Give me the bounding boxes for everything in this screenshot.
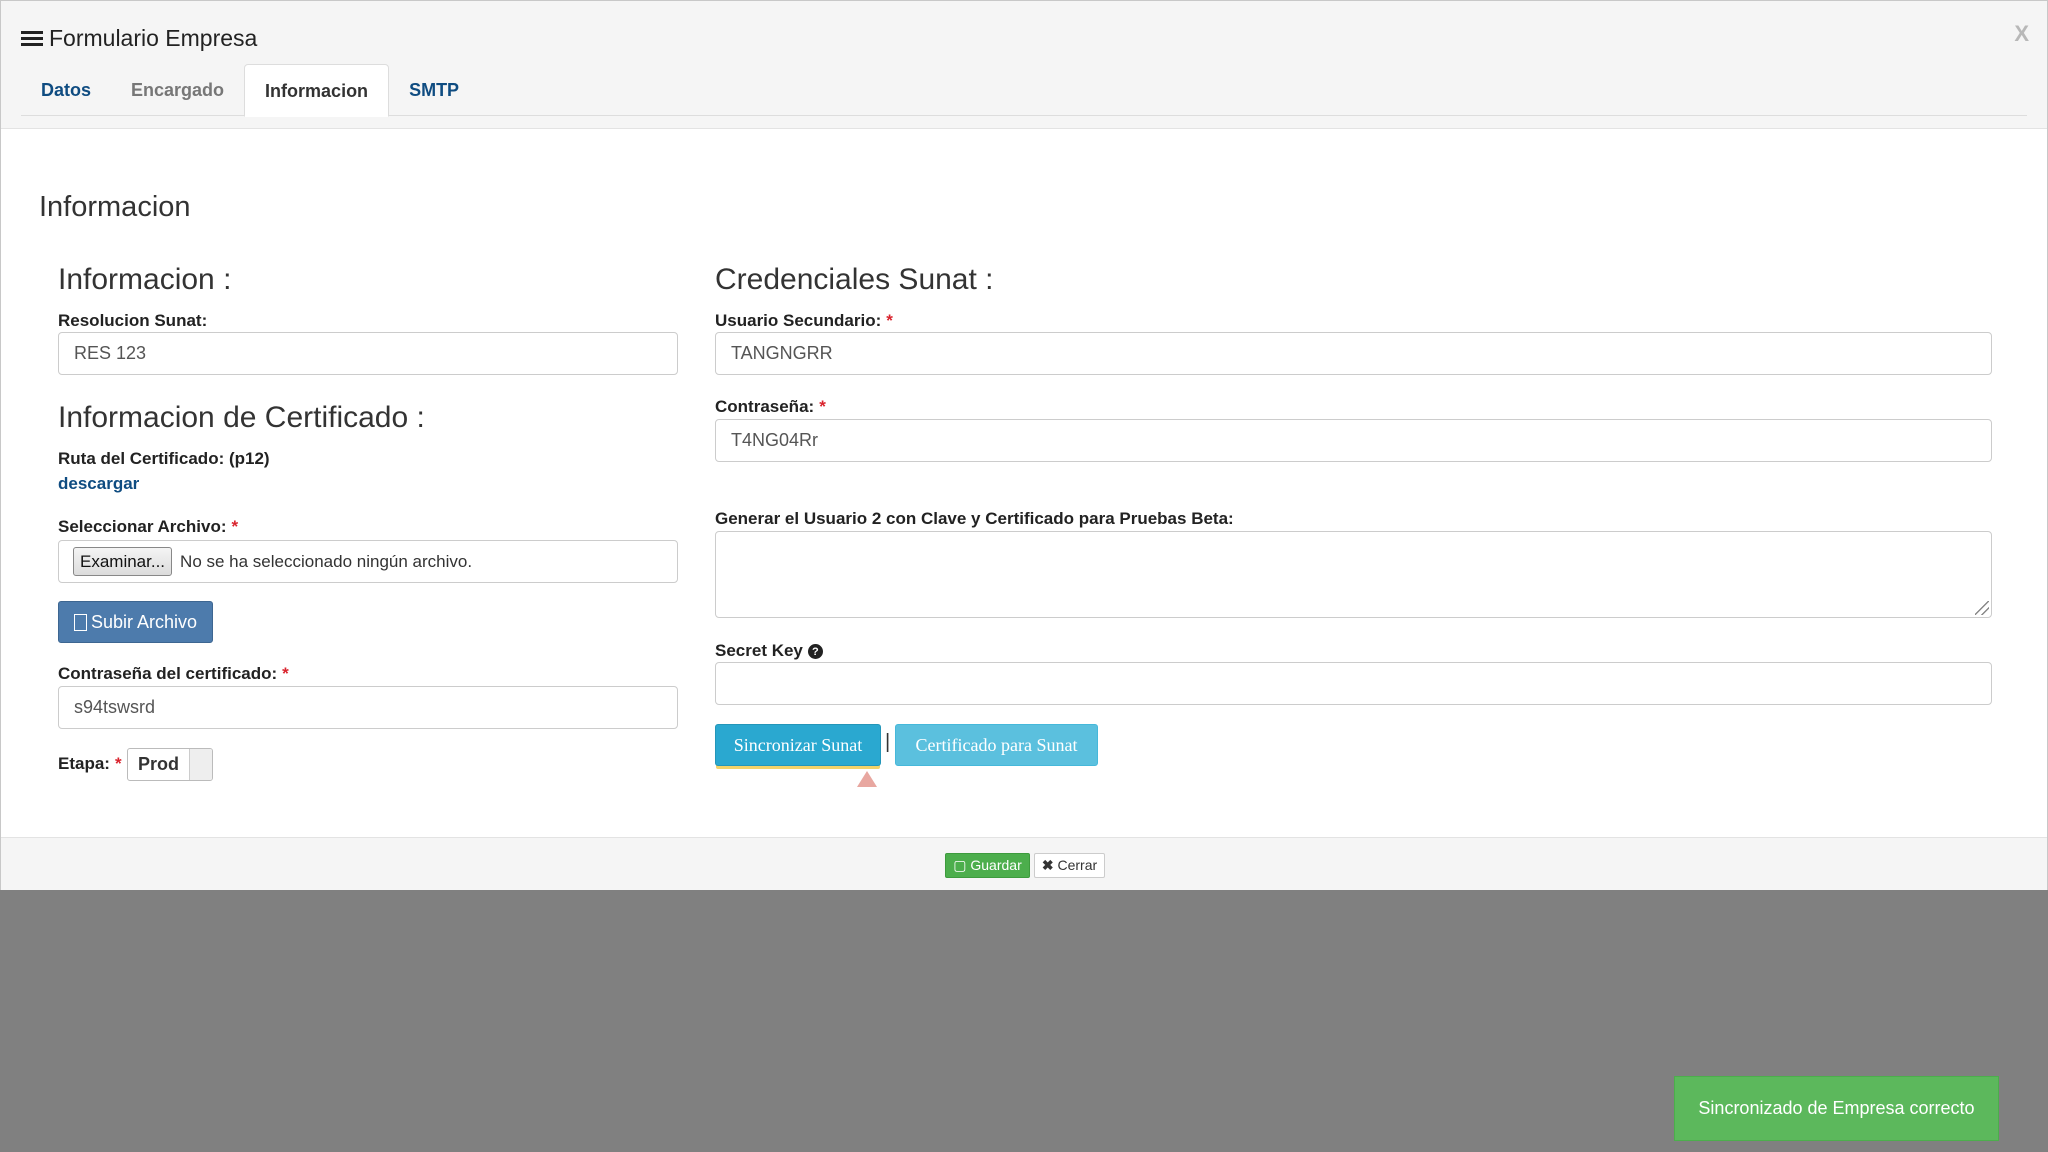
etapa-toggle[interactable]: Prod [127, 748, 213, 781]
credentials-heading: Credenciales Sunat : [715, 263, 994, 296]
toggle-handle [189, 749, 212, 780]
cancel-button-label: Cerrar [1057, 857, 1098, 873]
password-input[interactable]: T4NG04Rr [715, 419, 1992, 462]
beta-textarea[interactable] [715, 531, 1992, 618]
resolucion-label: Resolucion Sunat: [58, 311, 208, 330]
button-separator: | [885, 731, 891, 753]
upload-file-label: Subir Archivo [90, 611, 198, 632]
file-label: Seleccionar Archivo: * [58, 517, 238, 537]
cert-password-label: Contraseña del certificado: * [58, 664, 289, 684]
times-icon: ✖ [1041, 857, 1054, 873]
certificate-sunat-button[interactable]: Certificado para Sunat [895, 724, 1098, 766]
tab-encargado[interactable]: Encargado [111, 64, 244, 116]
tab-bar: Datos Encargado Informacion SMTP [21, 64, 2027, 117]
menu-icon [21, 30, 43, 47]
beta-label: Generar el Usuario 2 con Clave y Certifi… [715, 509, 1234, 528]
modal-header: Formulario Empresa X Datos Encargado Inf… [1, 1, 2047, 129]
file-pdf-icon [73, 613, 87, 631]
floppy-icon: ▢ [953, 857, 967, 873]
required-mark: * [231, 517, 239, 536]
password-label: Contraseña: * [715, 397, 826, 417]
descargar-link[interactable]: descargar [58, 474, 139, 494]
modal-title: Formulario Empresa [21, 25, 257, 52]
usuario-input[interactable]: TANGNGRR [715, 332, 1992, 375]
company-form-modal: Formulario Empresa X Datos Encargado Inf… [0, 0, 2048, 890]
secret-key-label-text: Secret Key [715, 641, 803, 660]
save-button-label: Guardar [970, 857, 1022, 873]
etapa-toggle-value: Prod [137, 754, 179, 774]
secret-key-label: Secret Key? [715, 641, 823, 661]
file-input: Examinar... No se ha seleccionado ningún… [58, 540, 678, 583]
cancel-button[interactable]: ✖ Cerrar [1034, 853, 1105, 878]
usuario-label-text: Usuario Secundario: [715, 311, 882, 330]
resize-grip-icon[interactable] [1975, 601, 1989, 615]
required-mark: * [114, 754, 122, 773]
etapa-label: Etapa: * [58, 754, 122, 774]
required-mark: * [819, 397, 826, 416]
save-button[interactable]: ▢ Guardar [945, 853, 1030, 878]
tab-informacion[interactable]: Informacion [244, 64, 390, 117]
cert-heading: Informacion de Certificado : [58, 401, 425, 434]
usuario-label: Usuario Secundario: * [715, 311, 893, 331]
info-heading: Informacion : [58, 263, 232, 296]
modal-footer: ▢ Guardar ✖ Cerrar [1, 837, 2047, 890]
section-title: Informacion [39, 191, 191, 223]
resolucion-input[interactable]: RES 123 [58, 332, 678, 375]
success-toast[interactable]: Sincronizado de Empresa correcto [1674, 1076, 1999, 1141]
password-label-text: Contraseña: [715, 397, 815, 416]
required-mark: * [282, 664, 289, 683]
secret-key-input[interactable] [715, 662, 1992, 705]
tab-datos[interactable]: Datos [21, 64, 111, 116]
close-icon[interactable]: X [2014, 21, 2029, 47]
file-status: No se ha seleccionado ningún archivo. [180, 551, 473, 571]
required-mark: * [886, 311, 893, 330]
browse-button[interactable]: Examinar... [73, 547, 173, 576]
question-circle-icon[interactable]: ? [807, 644, 823, 660]
modal-title-text: Formulario Empresa [49, 25, 258, 51]
ruta-label: Ruta del Certificado: (p12) [58, 449, 270, 468]
etapa-label-text: Etapa: [58, 754, 110, 773]
cert-password-input[interactable]: s94tswsrd [58, 686, 678, 729]
sync-sunat-button[interactable]: Sincronizar Sunat [715, 724, 881, 766]
cert-password-label-text: Contraseña del certificado: [58, 664, 278, 683]
warning-triangle-icon [857, 771, 877, 787]
upload-file-button[interactable]: Subir Archivo [58, 601, 213, 643]
tab-smtp[interactable]: SMTP [389, 64, 479, 116]
file-label-text: Seleccionar Archivo: [58, 517, 227, 536]
